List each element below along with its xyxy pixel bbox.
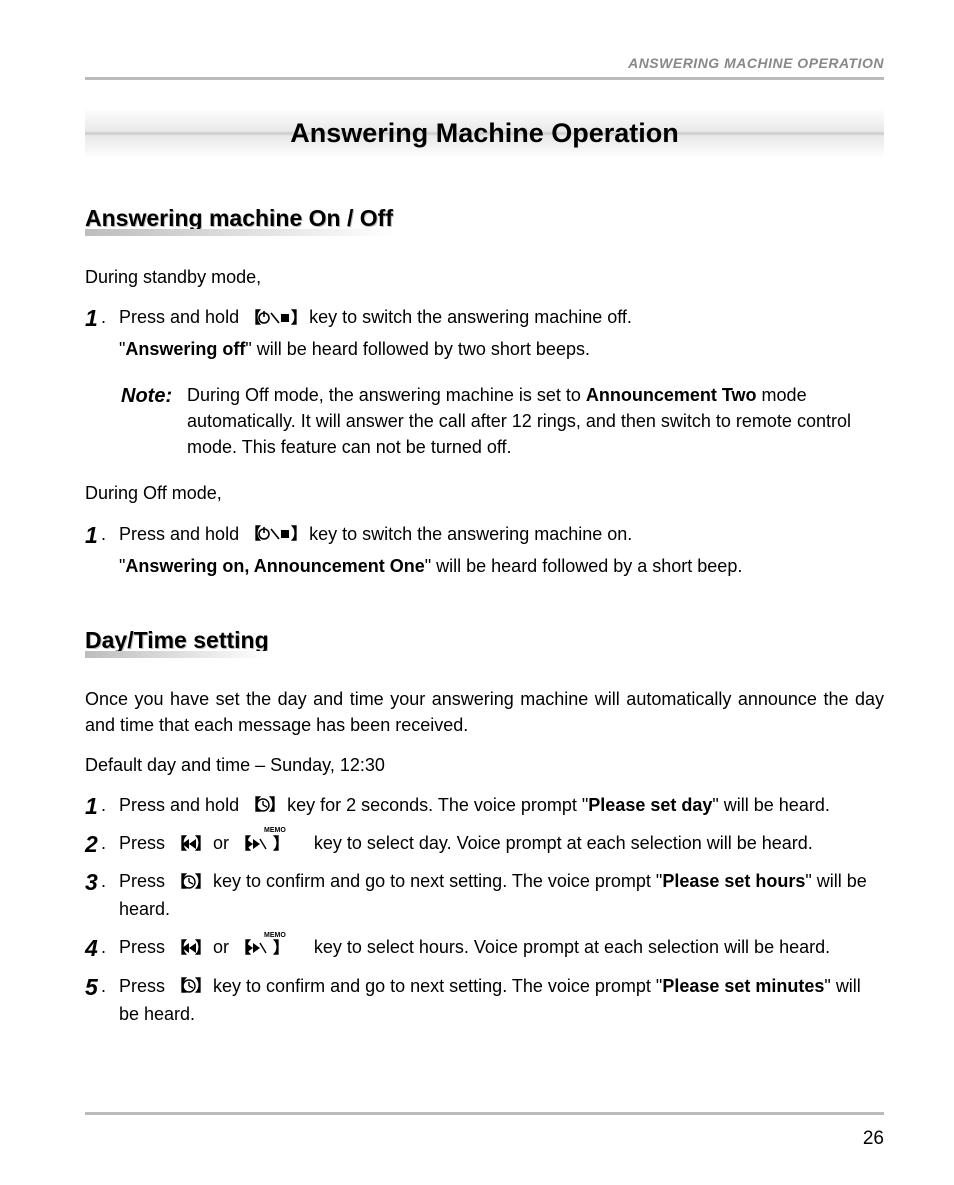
header-section-label: ANSWERING MACHINE OPERATION: [85, 55, 884, 71]
step-number: 1: [85, 301, 98, 337]
step-text: Press and hold: [119, 795, 244, 815]
intro-offmode: During Off mode,: [85, 480, 884, 506]
step-2-daytime: 2. Press 【 】 or 【 】 MEMO: [85, 830, 884, 858]
manual-page: ANSWERING MACHINE OPERATION Answering Ma…: [0, 0, 954, 1185]
steps-standby: 1. Press and hold 【 】 key to switch the …: [85, 304, 884, 364]
memo-label: MEMO: [264, 932, 286, 939]
svg-text:【: 【: [171, 873, 187, 891]
step-number: 2: [85, 827, 98, 863]
svg-text:】: 】: [269, 796, 281, 814]
step-text: Press: [119, 871, 170, 891]
step-text: " will be heard.: [712, 795, 829, 815]
page-number: 26: [863, 1128, 884, 1150]
step-4-daytime: 4. Press 【 】 or 【 】 MEMO: [85, 934, 884, 962]
step-text: key to select day. Voice prompt at each …: [314, 833, 813, 853]
step-subtext: "Answering on, Announcement One" will be…: [119, 553, 884, 581]
clock-key-icon: 【 】: [171, 868, 207, 896]
svg-text:】: 】: [273, 939, 285, 957]
daytime-default: Default day and time – Sunday, 12:30: [85, 752, 884, 778]
step-text: key to confirm and go to next setting. T…: [213, 871, 662, 891]
step-3-daytime: 3. Press 【 】 key to confirm and go to ne…: [85, 868, 884, 924]
step-text: Press and hold: [119, 307, 244, 327]
svg-text:】: 】: [273, 835, 285, 853]
step-text: Press: [119, 833, 170, 853]
section-heading-daytime: Day/Time setting: [85, 627, 269, 654]
daytime-intro: Once you have set the day and time your …: [85, 686, 884, 738]
header-rule: [85, 77, 884, 80]
clock-key-icon: 【 】: [171, 972, 207, 1000]
svg-text:】: 】: [195, 835, 207, 853]
step-1-offmode: 1. Press and hold 【 】 key to switch the …: [85, 521, 884, 581]
forward-memo-key-icon: 【 】 MEMO: [235, 829, 308, 857]
step-text: key to select hours. Voice prompt at eac…: [314, 937, 830, 957]
voice-prompt: Please set minutes: [662, 976, 824, 996]
step-text: or: [213, 833, 234, 853]
steps-offmode: 1. Press and hold 【 】 key to switch the …: [85, 521, 884, 581]
step-number: 3: [85, 865, 98, 901]
step-5-daytime: 5. Press 【 】 key to confirm and go to ne…: [85, 973, 884, 1029]
step-text: or: [213, 937, 234, 957]
svg-text:】: 】: [195, 939, 207, 957]
step-1-daytime: 1. Press and hold 【 】 key for 2 seconds.…: [85, 792, 884, 820]
note-label: Note:: [121, 382, 172, 411]
step-number: 4: [85, 931, 98, 967]
page-title-banner: Answering Machine Operation: [85, 110, 884, 157]
svg-text:】: 】: [291, 309, 303, 327]
power-stop-key-icon: 【 】: [245, 520, 303, 548]
step-text: key to switch the answering machine off.: [309, 307, 632, 327]
step-1-standby: 1. Press and hold 【 】 key to switch the …: [85, 304, 884, 364]
rewind-key-icon: 【 】: [171, 934, 207, 962]
power-stop-key-icon: 【 】: [245, 303, 303, 331]
step-text: key to switch the answering machine on.: [309, 524, 632, 544]
note-text: During Off mode, the answering machine i…: [187, 385, 586, 405]
step-text: Press and hold: [119, 524, 244, 544]
forward-memo-key-icon: 【 】 MEMO: [235, 934, 308, 962]
intro-standby: During standby mode,: [85, 264, 884, 290]
clock-key-icon: 【 】: [245, 791, 281, 819]
footer-rule: [85, 1112, 884, 1115]
steps-daytime: 1. Press and hold 【 】 key for 2 seconds.…: [85, 792, 884, 1029]
memo-label: MEMO: [264, 827, 286, 834]
svg-text:【: 【: [245, 796, 261, 814]
note-bold: Announcement Two: [586, 385, 757, 405]
svg-text:】: 】: [195, 977, 207, 995]
voice-prompt: Please set day: [588, 795, 712, 815]
step-number: 1: [85, 518, 98, 554]
note-block: Note: During Off mode, the answering mac…: [121, 382, 884, 460]
rewind-key-icon: 【 】: [171, 829, 207, 857]
step-text: Press: [119, 937, 170, 957]
section-heading-onoff: Answering machine On / Off: [85, 205, 393, 232]
step-text: key for 2 seconds. The voice prompt ": [287, 795, 588, 815]
step-text: Press: [119, 976, 170, 996]
svg-text:】: 】: [291, 525, 303, 543]
svg-text:【: 【: [171, 977, 187, 995]
step-number: 1: [85, 789, 98, 825]
step-number: 5: [85, 970, 98, 1006]
step-text: key to confirm and go to next setting. T…: [213, 976, 662, 996]
step-subtext: "Answering off" will be heard followed b…: [119, 336, 884, 364]
svg-text:】: 】: [195, 873, 207, 891]
voice-prompt: Please set hours: [662, 871, 805, 891]
